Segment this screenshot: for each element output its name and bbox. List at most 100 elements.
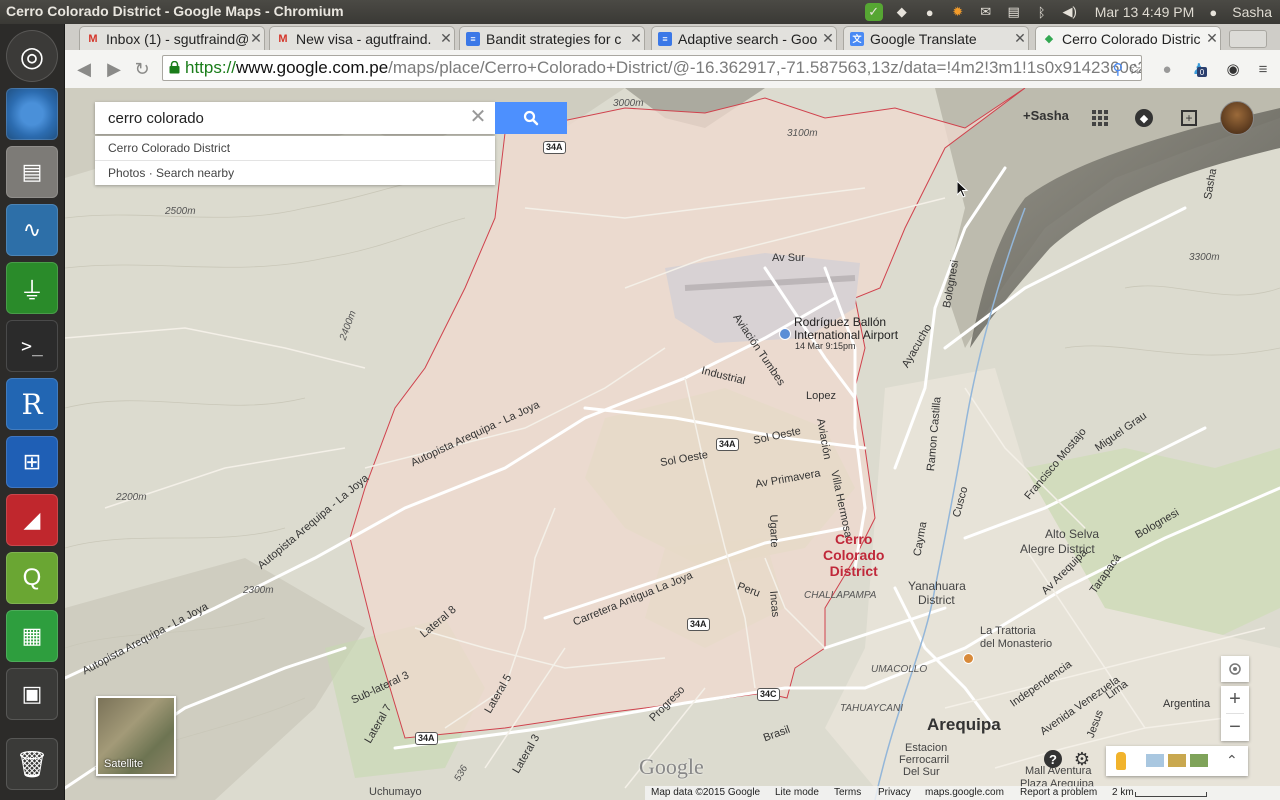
incognito-icon[interactable]: ◉ bbox=[1223, 59, 1243, 79]
report-problem-link[interactable]: Report a problem bbox=[1020, 787, 1097, 798]
restaurant-icon[interactable] bbox=[963, 653, 974, 664]
my-location-button[interactable] bbox=[1221, 656, 1249, 682]
ubuntu-dash-icon[interactable]: ◎ bbox=[6, 30, 58, 82]
map-label-place[interactable]: Uchumayo bbox=[369, 786, 422, 798]
tab-bandit-strategies[interactable]: ≡ Bandit strategies for c ✕ bbox=[459, 26, 645, 50]
reload-icon[interactable]: ↻ bbox=[131, 58, 153, 80]
bookmark-star-icon[interactable]: ☆ bbox=[1125, 59, 1145, 79]
map-label-place[interactable]: Ferrocarril bbox=[899, 754, 949, 766]
pegman-icon[interactable] bbox=[1116, 752, 1126, 770]
extension-icon[interactable]: ● bbox=[1157, 59, 1177, 79]
map-label-district[interactable]: Yanahuara bbox=[908, 579, 966, 593]
tab-close-icon[interactable]: ✕ bbox=[628, 30, 644, 47]
workspace-switcher-icon[interactable]: ▣ bbox=[6, 668, 58, 720]
zoom-in-button[interactable]: + bbox=[1221, 686, 1249, 713]
lite-mode-link[interactable]: Lite mode bbox=[775, 787, 819, 798]
network-icon[interactable]: ⏚ bbox=[6, 262, 58, 314]
route-shield: 34A bbox=[687, 618, 710, 631]
map-label-place[interactable]: Estacion bbox=[905, 742, 947, 754]
address-bar[interactable]: https://www.google.com.pe/maps/place/Cer… bbox=[162, 55, 1142, 81]
clear-search-icon[interactable]: ✕ bbox=[467, 106, 489, 128]
tab-label: Google Translate bbox=[870, 30, 977, 47]
chromium-icon[interactable] bbox=[6, 88, 58, 140]
qgis-icon[interactable]: Q bbox=[6, 552, 58, 604]
dropbox-icon[interactable]: ◆ bbox=[893, 3, 911, 21]
clipboard-icon[interactable]: ▤ bbox=[1005, 3, 1023, 21]
route-shield: 34A bbox=[543, 141, 566, 154]
tab-close-icon[interactable]: ✕ bbox=[1204, 30, 1220, 47]
tab-inbox[interactable]: M Inbox (1) - sgutfraind@ ✕ bbox=[79, 26, 265, 50]
spreadsheet-icon[interactable]: ▦ bbox=[6, 610, 58, 662]
extension-badge: 0 bbox=[1197, 67, 1207, 77]
back-icon[interactable]: ◀ bbox=[73, 58, 95, 80]
tab-new-visa[interactable]: M New visa - agutfraind. ✕ bbox=[269, 26, 455, 50]
tab-google-translate[interactable]: 文 Google Translate ✕ bbox=[843, 26, 1029, 50]
r-icon[interactable]: R bbox=[6, 378, 58, 430]
map-label-place[interactable]: Del Sur bbox=[903, 766, 940, 778]
map-label-place[interactable]: La Trattoria bbox=[980, 625, 1036, 637]
apps-grid-icon[interactable] bbox=[1089, 107, 1111, 129]
maps-icon: ◆ bbox=[1044, 33, 1054, 45]
calculator-icon[interactable]: ⊞ bbox=[6, 436, 58, 488]
terminal-icon[interactable]: >_ bbox=[6, 320, 58, 372]
imagery-thumb[interactable] bbox=[1190, 754, 1208, 767]
imagery-thumb[interactable] bbox=[1146, 754, 1164, 767]
forward-icon[interactable]: ▶ bbox=[103, 58, 125, 80]
satellite-label: Satellite bbox=[104, 758, 144, 770]
bulb-icon[interactable]: ● bbox=[921, 3, 939, 21]
settings-gear-icon[interactable]: ⚙ bbox=[1071, 748, 1093, 770]
presentation-icon[interactable]: ◢ bbox=[6, 494, 58, 546]
tab-close-icon[interactable]: ✕ bbox=[820, 30, 836, 47]
bluetooth-icon[interactable]: ᛒ bbox=[1033, 3, 1051, 21]
mail-icon[interactable]: ✉ bbox=[977, 3, 995, 21]
trash-icon[interactable]: 🗑 bbox=[6, 738, 58, 790]
clock[interactable]: Mar 13 4:49 PM bbox=[1095, 4, 1195, 20]
map-label-airport[interactable]: International Airport bbox=[794, 328, 898, 342]
search-button[interactable] bbox=[495, 102, 567, 134]
weather-icon[interactable]: ✹ bbox=[949, 3, 967, 21]
site-link[interactable]: maps.google.com bbox=[925, 787, 1004, 798]
satellite-toggle[interactable]: Satellite bbox=[96, 696, 176, 776]
map-label-elevation: 2200m bbox=[116, 492, 147, 503]
zoom-out-button[interactable]: − bbox=[1221, 714, 1249, 741]
file-manager-icon[interactable]: ▤ bbox=[6, 146, 58, 198]
search-input[interactable] bbox=[95, 102, 495, 134]
tab-close-icon[interactable]: ✕ bbox=[438, 30, 454, 47]
terms-link[interactable]: Terms bbox=[834, 787, 861, 798]
notifications-icon[interactable]: ◆ bbox=[1133, 107, 1155, 129]
avatar[interactable] bbox=[1220, 101, 1254, 135]
share-plus-icon[interactable]: + bbox=[1178, 107, 1200, 129]
tab-adaptive-search[interactable]: ≡ Adaptive search - Goo ✕ bbox=[651, 26, 837, 50]
volume-icon[interactable]: ◀) bbox=[1061, 3, 1079, 21]
expand-chevron-icon[interactable]: ⌃ bbox=[1226, 752, 1238, 769]
account-name[interactable]: +Sasha bbox=[1023, 108, 1069, 123]
city-name[interactable]: Arequipa bbox=[927, 715, 1001, 735]
district-name-line: Colorado bbox=[823, 547, 885, 563]
privacy-link[interactable]: Privacy bbox=[878, 787, 911, 798]
map-label-neighborhood: TAHUAYCANI bbox=[840, 703, 903, 714]
menu-icon[interactable]: ≡ bbox=[1253, 59, 1273, 79]
map-label-road: Lopez bbox=[806, 390, 836, 402]
zoom-control: + − bbox=[1221, 686, 1249, 741]
map-canvas[interactable]: Rodríguez Ballón International Airport 1… bbox=[65, 88, 1280, 800]
airport-icon[interactable] bbox=[779, 328, 791, 340]
tab-close-icon[interactable]: ✕ bbox=[248, 30, 264, 47]
tab-label: Inbox (1) - sgutfraind@ bbox=[106, 30, 248, 47]
help-icon[interactable]: ? bbox=[1042, 748, 1064, 770]
map-label-place[interactable]: del Monasterio bbox=[980, 638, 1052, 650]
map-label-district[interactable]: Alto Selva bbox=[1045, 527, 1099, 541]
result-title[interactable]: Cerro Colorado District bbox=[95, 136, 495, 160]
system-monitor-icon[interactable]: ∿ bbox=[6, 204, 58, 256]
map-label-airport[interactable]: Rodríguez Ballón bbox=[794, 315, 886, 329]
result-actions[interactable]: Photos · Search nearby bbox=[95, 160, 495, 185]
user-icon[interactable]: ● bbox=[1204, 3, 1222, 21]
imagery-thumb[interactable] bbox=[1168, 754, 1186, 767]
new-tab-button[interactable] bbox=[1229, 30, 1267, 48]
chat-icon[interactable]: ✓ bbox=[864, 3, 883, 21]
tab-cerro-colorado[interactable]: ◆ Cerro Colorado Distric ✕ bbox=[1035, 26, 1221, 50]
district-name[interactable]: Cerro Colorado District bbox=[823, 531, 884, 579]
map-label-district[interactable]: District bbox=[918, 593, 955, 607]
search-results-panel: Cerro Colorado District Photos · Search … bbox=[95, 136, 495, 185]
tab-close-icon[interactable]: ✕ bbox=[1012, 30, 1028, 47]
user-name[interactable]: Sasha bbox=[1232, 4, 1272, 20]
